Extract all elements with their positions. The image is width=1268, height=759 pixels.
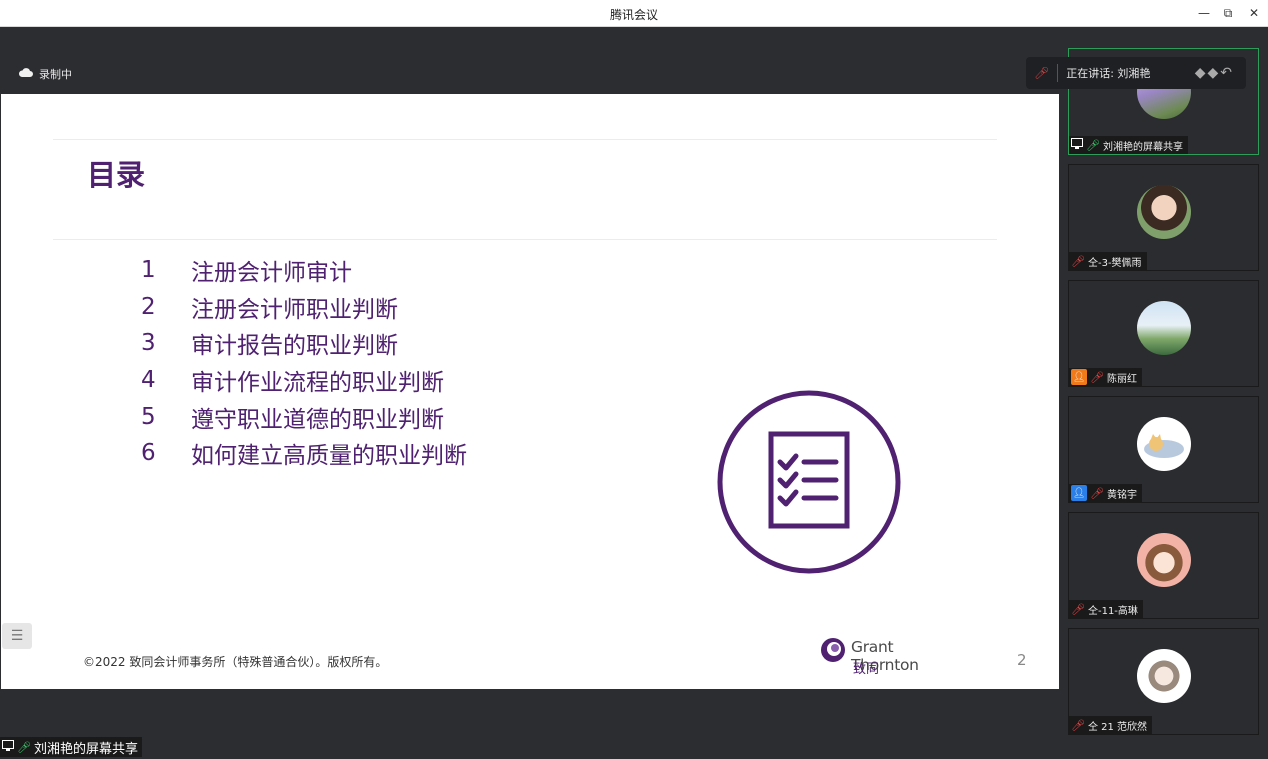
toc-item: 4 审计作业流程的职业判断 [141, 362, 467, 399]
toc-item-number: 2 [141, 293, 156, 320]
toc-item: 5 遵守职业道德的职业判断 [141, 398, 467, 435]
copyright-text: ©2022 致同会计师事务所（特殊普通合伙）。版权所有。 [83, 655, 388, 669]
toc-item: 3 审计报告的职业判断 [141, 325, 467, 362]
microphone-on-icon: 🎤︎ [1086, 138, 1100, 152]
avatar [1137, 533, 1191, 587]
participant-name-bar: 👤︎ 🎤︎ 黄铭宇 [1069, 484, 1142, 502]
grant-thornton-logo: Grant Thornton 致同 [819, 634, 959, 677]
active-speaker-label: 正在讲话: 刘湘艳 [1066, 67, 1151, 80]
microphone-muted-icon: 🎤︎ [1071, 254, 1085, 268]
toc-list: 1 注册会计师审计 2 注册会计师职业判断 3 审计报告的职业判断 4 审计作业流程的职… [141, 252, 467, 472]
cloud-icon [18, 67, 33, 81]
toc-item-number: 5 [141, 403, 156, 430]
collapse-panel-icon[interactable]: ◆◆↶ [1195, 65, 1234, 81]
recording-indicator[interactable]: 录制中 [18, 66, 72, 82]
recording-bar: 录制中 [0, 27, 1060, 94]
toc-toggle-button[interactable]: ☰ [2, 623, 32, 649]
shared-screen-area: 录制中 目录 1 注册会计师审计 2 注册会计师职业判断 3 审计报告的职业判断 4 审… [0, 27, 1060, 759]
close-button[interactable]: ✕ [1242, 2, 1266, 24]
slide-page-number: 2 [1017, 651, 1027, 669]
screen-share-icon [1071, 138, 1083, 152]
participant-name-bar: 🎤︎ 刘湘艳的屏幕共享 [1069, 136, 1188, 154]
participant-tile[interactable]: 👤︎ 🎤︎ 黄铭宇 [1068, 396, 1259, 503]
toc-item-text: 注册会计师审计 [191, 260, 352, 287]
window-title: 腾讯会议 [609, 8, 658, 22]
avatar [1137, 185, 1191, 239]
screen-share-owner: 刘湘艳的屏幕共享 [33, 741, 138, 757]
recording-label: 录制中 [39, 68, 72, 81]
toc-item: 2 注册会计师职业判断 [141, 289, 467, 326]
brand-name-cn: 致同 [853, 662, 880, 677]
microphone-muted-icon: 🎤︎ [1071, 602, 1085, 616]
toc-item-number: 3 [141, 330, 156, 357]
presentation-slide: 目录 1 注册会计师审计 2 注册会计师职业判断 3 审计报告的职业判断 4 审计作业流… [1, 94, 1059, 689]
participant-name: 黄铭宇 [1106, 489, 1137, 501]
toc-item-text: 审计报告的职业判断 [191, 333, 398, 360]
divider [1057, 64, 1059, 82]
title-divider-top [53, 139, 997, 140]
toc-item: 6 如何建立高质量的职业判断 [141, 435, 467, 472]
toc-item-text: 遵守职业道德的职业判断 [191, 406, 444, 433]
toc-item-number: 4 [141, 367, 156, 394]
participant-name: 仝-11-高琳 [1087, 605, 1138, 617]
screen-share-icon [2, 739, 14, 755]
participant-tile[interactable]: 🎤︎ 仝 21 范欣然 [1068, 628, 1259, 735]
participant-tile[interactable]: 👤︎ 🎤︎ 陈丽红 [1068, 280, 1259, 387]
participant-tile[interactable]: 🎤︎ 仝-3-樊佩雨 [1068, 164, 1259, 271]
microphone-on-icon: 🎤︎ [17, 740, 31, 754]
title-divider-bottom [53, 239, 997, 240]
minimize-button[interactable]: — [1192, 2, 1216, 24]
toc-item: 1 注册会计师审计 [141, 252, 467, 289]
slide-title: 目录 [87, 158, 146, 192]
participant-tile[interactable]: 🎤︎ 仝-11-高琳 [1068, 512, 1259, 619]
participant-name-bar: 🎤︎ 仝 21 范欣然 [1069, 716, 1153, 734]
microphone-muted-icon: 🎤︎ [1034, 66, 1050, 80]
avatar [1137, 649, 1191, 703]
participant-name: 刘湘艳的屏幕共享 [1102, 141, 1183, 153]
toc-item-text: 注册会计师职业判断 [191, 296, 398, 323]
participant-name-bar: 👤︎ 🎤︎ 陈丽红 [1069, 368, 1142, 386]
grant-thornton-mark-icon [821, 638, 845, 662]
toc-item-text: 如何建立高质量的职业判断 [191, 443, 467, 470]
active-speaker-bar: 🎤︎ 正在讲话: 刘湘艳 ◆◆↶ [1026, 57, 1246, 89]
user-icon: 👤︎ [1071, 485, 1087, 501]
toc-item-number: 6 [141, 440, 156, 467]
list-icon: ☰ [10, 628, 24, 644]
screen-share-label: 🎤︎ 刘湘艳的屏幕共享 [0, 737, 142, 757]
window-titlebar: 腾讯会议 — ⧉ ✕ [0, 0, 1268, 27]
restore-button[interactable]: ⧉ [1216, 2, 1240, 24]
participant-name-bar: 🎤︎ 仝-3-樊佩雨 [1069, 252, 1147, 270]
participant-name: 仝 21 范欣然 [1087, 721, 1148, 733]
microphone-muted-icon: 🎤︎ [1090, 486, 1104, 500]
avatar [1137, 301, 1191, 355]
microphone-muted-icon: 🎤︎ [1071, 718, 1085, 732]
toc-item-text: 审计作业流程的职业判断 [191, 370, 444, 397]
avatar [1137, 417, 1191, 471]
toc-item-number: 1 [141, 257, 156, 284]
participant-name-bar: 🎤︎ 仝-11-高琳 [1069, 600, 1143, 618]
participant-name: 陈丽红 [1106, 373, 1137, 385]
participant-name: 仝-3-樊佩雨 [1087, 257, 1142, 269]
microphone-muted-icon: 🎤︎ [1090, 370, 1104, 384]
checklist-icon [717, 390, 901, 574]
user-icon: 👤︎ [1071, 369, 1087, 385]
